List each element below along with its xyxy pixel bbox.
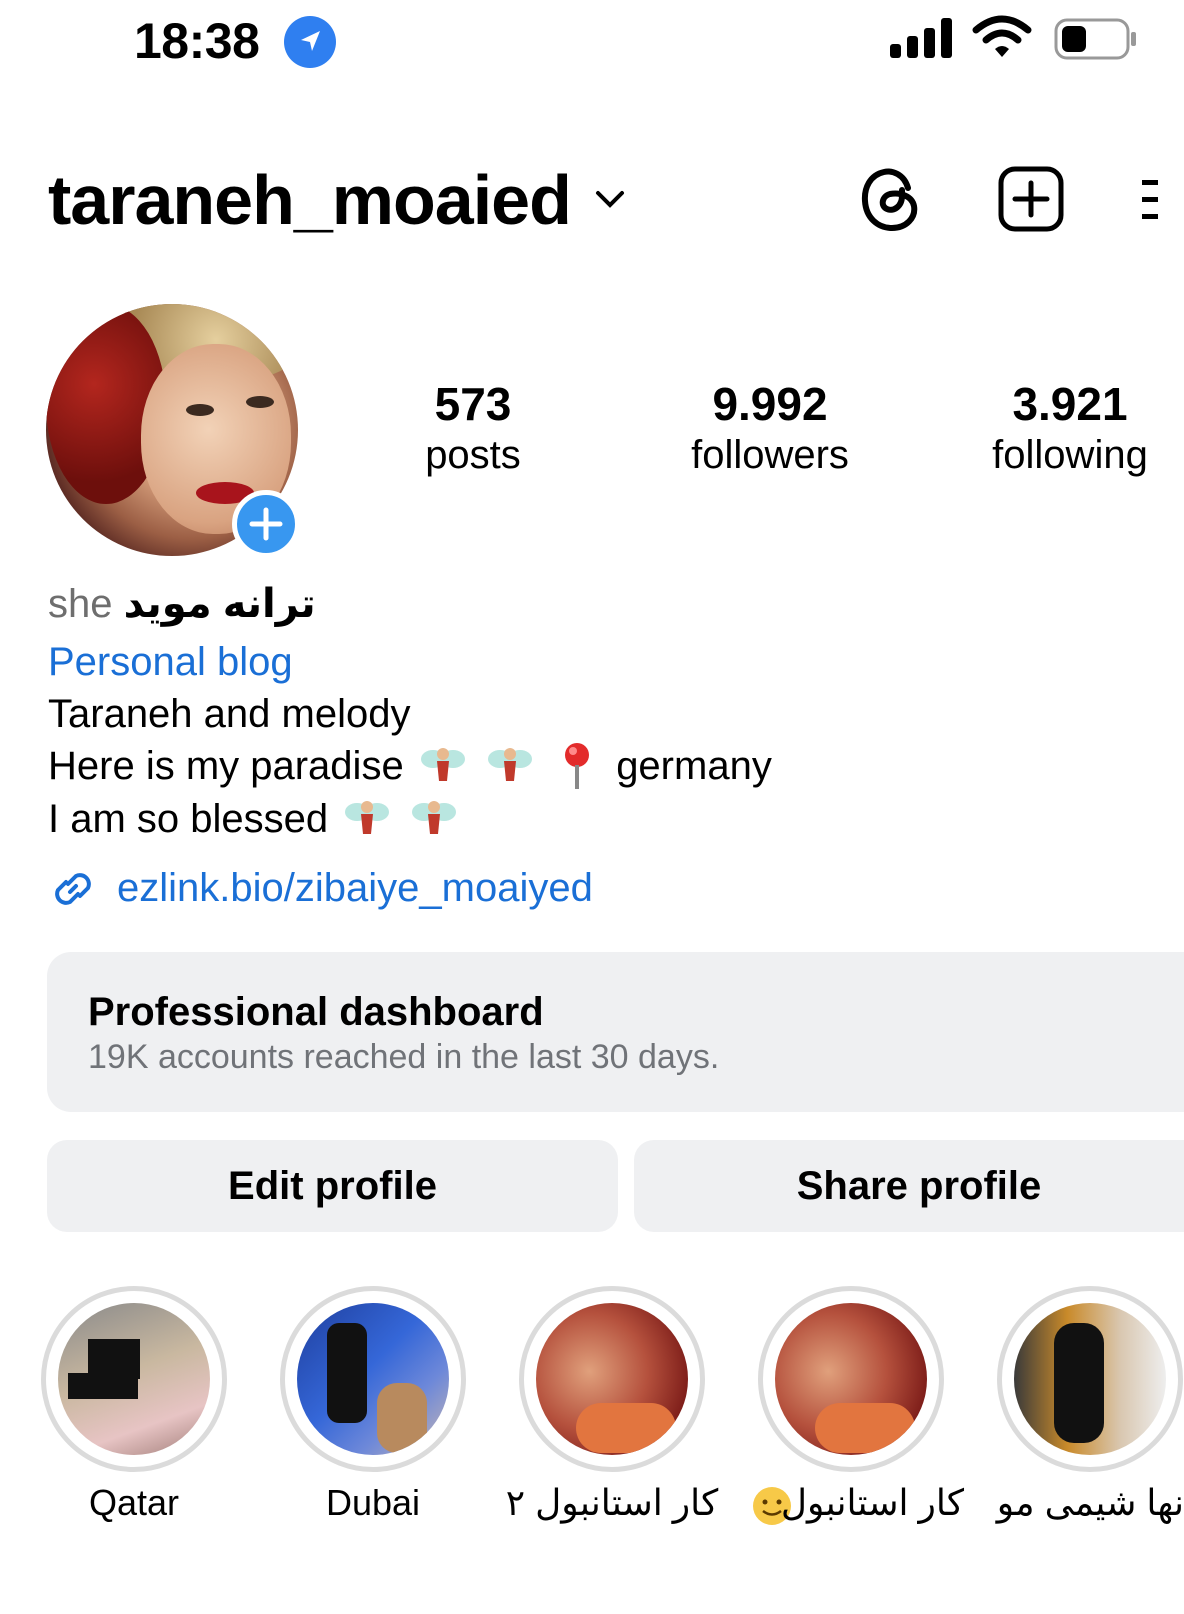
stat-following-label: following: [992, 433, 1148, 477]
stat-posts-label: posts: [425, 433, 521, 477]
bio-line-2: Here is my paradise germany: [48, 740, 772, 792]
highlight-cover: [1014, 1303, 1166, 1455]
highlight-label: کار استانبول ۲: [505, 1482, 719, 1523]
stat-following[interactable]: 3.921 following: [950, 378, 1184, 480]
wifi-icon: [972, 14, 1032, 60]
share-profile-button[interactable]: Share profile: [634, 1140, 1184, 1232]
fairy-emoji-icon: [419, 741, 467, 789]
status-time: 18:38: [134, 13, 260, 69]
bio-pronoun: she: [48, 582, 113, 626]
story-highlight-1[interactable]: [41, 1286, 227, 1472]
stat-following-value: 3.921: [1012, 378, 1128, 430]
bio-line-3-text: I am so blessed: [48, 797, 329, 841]
edit-profile-button[interactable]: Edit profile: [47, 1140, 618, 1232]
bio-category[interactable]: Personal blog: [48, 636, 293, 688]
location-arrow-icon: [284, 16, 336, 68]
fairy-emoji-icon: [486, 741, 534, 789]
stat-posts[interactable]: 573 posts: [353, 378, 593, 480]
highlight-label: کار استانبول: [780, 1482, 964, 1523]
highlight-label: Qatar: [88, 1482, 180, 1523]
threads-icon[interactable]: [860, 166, 922, 232]
bio-line-3: I am so blessed: [48, 793, 462, 845]
battery-icon: [1054, 18, 1138, 60]
cellular-signal-icon: [890, 18, 954, 58]
story-highlight-5[interactable]: [997, 1286, 1183, 1472]
bio-line-2-text: Here is my paradise: [48, 744, 404, 788]
bio-line-1: Taraneh and melody: [48, 692, 411, 736]
chevron-down-icon[interactable]: [592, 184, 628, 214]
hamburger-menu-icon[interactable]: [1138, 166, 1158, 232]
bio-name-line: she ترانه موید: [48, 578, 316, 630]
fairy-emoji-icon: [410, 794, 458, 842]
highlight-label: نها شیمی مو: [996, 1482, 1184, 1523]
dashboard-subtitle: 19K accounts reached in the last 30 days…: [88, 1038, 720, 1076]
add-story-button[interactable]: [232, 490, 300, 558]
highlight-cover: [58, 1303, 210, 1455]
bio-link[interactable]: ezlink.bio/zibaiye_moaiyed: [117, 862, 593, 914]
story-highlight-4[interactable]: [758, 1286, 944, 1472]
bio-line-2-suffix: germany: [616, 744, 772, 788]
stat-followers[interactable]: 9.992 followers: [650, 378, 890, 480]
plus-square-icon[interactable]: [998, 166, 1064, 232]
stat-posts-value: 573: [434, 378, 512, 430]
link-icon: [48, 864, 98, 919]
dashboard-title: Professional dashboard: [88, 990, 544, 1034]
plus-icon: [249, 507, 283, 541]
profile-username[interactable]: taraneh_moaied: [48, 160, 572, 240]
story-highlight-2[interactable]: [280, 1286, 466, 1472]
bio-display-name: ترانه موید: [123, 582, 316, 626]
highlight-label: Dubai: [325, 1482, 421, 1523]
highlight-cover: [297, 1303, 449, 1455]
highlight-cover: [536, 1303, 688, 1455]
story-highlight-3[interactable]: [519, 1286, 705, 1472]
pin-emoji-icon: [557, 741, 597, 791]
highlight-cover: [775, 1303, 927, 1455]
stat-followers-value: 9.992: [712, 378, 828, 430]
fairy-emoji-icon: [343, 794, 391, 842]
stat-followers-label: followers: [691, 433, 849, 477]
